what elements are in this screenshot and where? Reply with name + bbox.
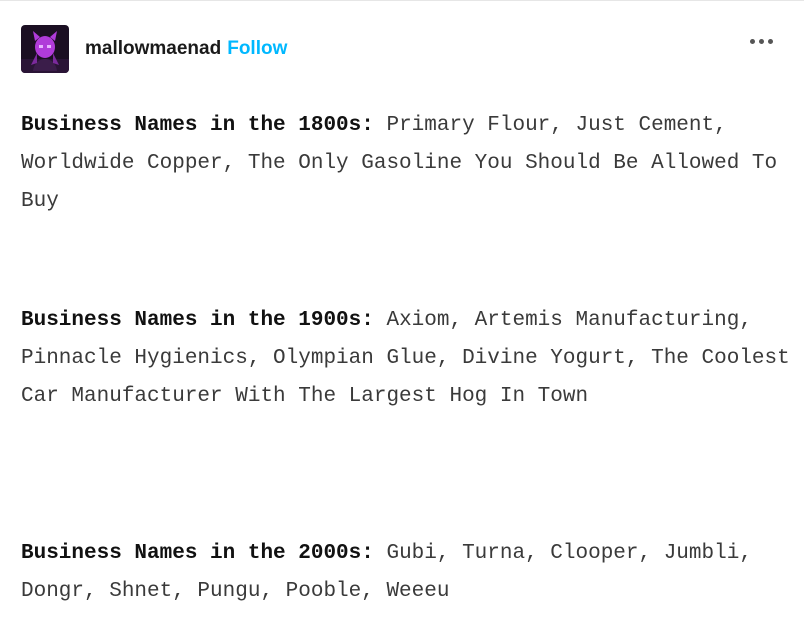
post-paragraph: Business Names in the 1900s: Axiom, Arte… <box>21 302 791 416</box>
top-divider <box>0 0 804 1</box>
author-name[interactable]: mallowmaenad <box>85 38 221 60</box>
more-dot <box>759 39 764 44</box>
more-icon[interactable] <box>750 39 773 44</box>
follow-button[interactable]: Follow <box>227 38 287 60</box>
paragraph-heading: Business Names in the 1900s: <box>21 309 374 332</box>
post-paragraph: Business Names in the 1800s: Primary Flo… <box>21 107 791 221</box>
post-paragraph: Business Names in the 2000s: Gubi, Turna… <box>21 535 791 611</box>
post-header: mallowmaenad Follow <box>21 25 783 73</box>
avatar-image <box>21 25 69 73</box>
paragraph-heading: Business Names in the 1800s: <box>21 114 374 137</box>
paragraph-heading: Business Names in the 2000s: <box>21 542 374 565</box>
more-dot <box>768 39 773 44</box>
more-dot <box>750 39 755 44</box>
avatar[interactable] <box>21 25 69 73</box>
